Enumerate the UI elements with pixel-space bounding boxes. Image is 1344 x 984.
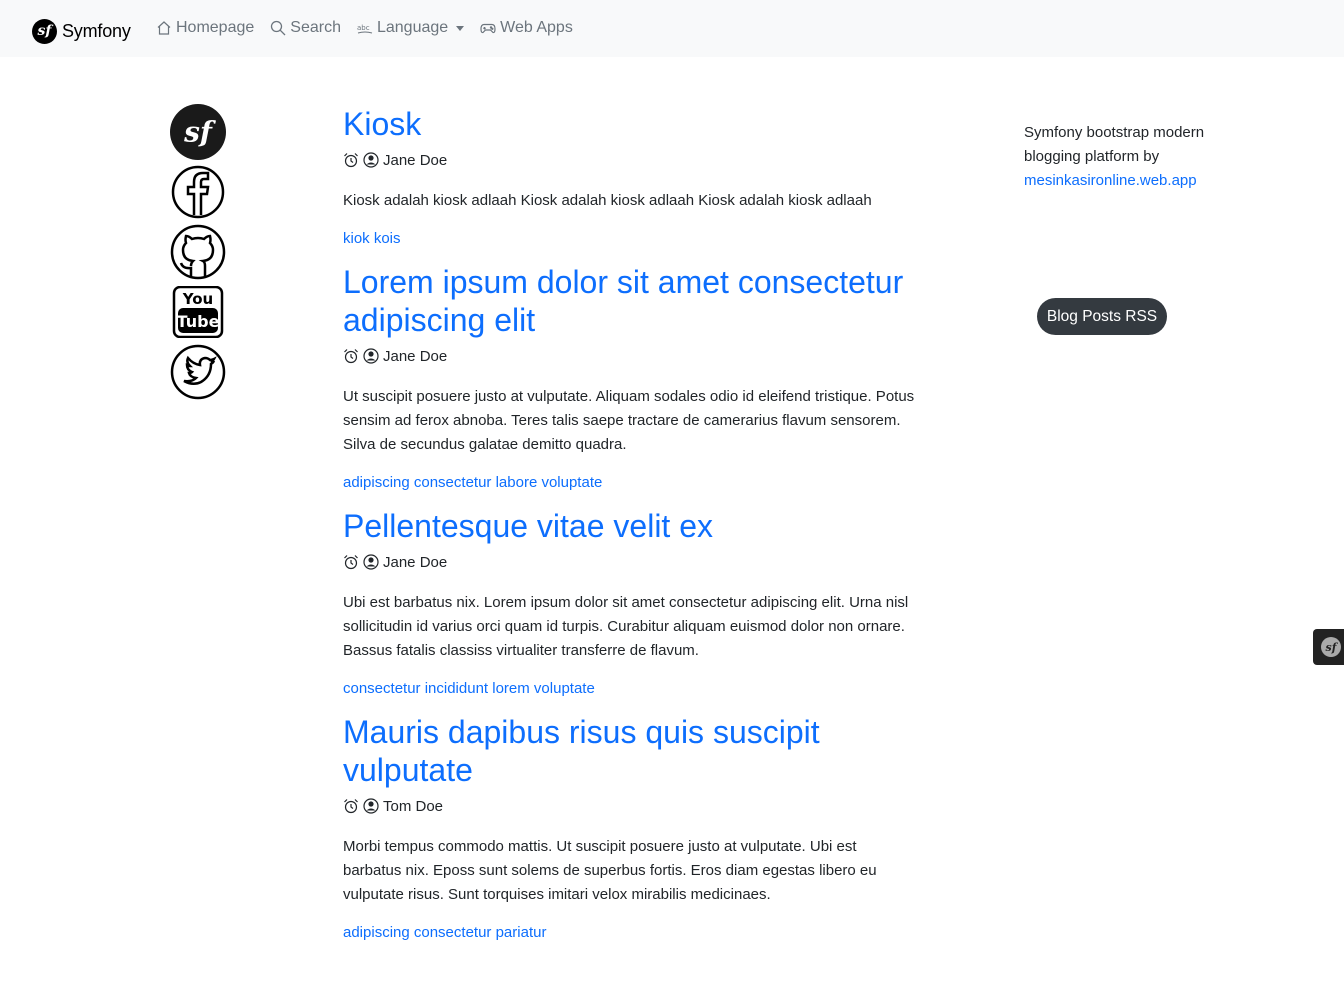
youtube-icon: You Tube <box>172 286 224 338</box>
post-summary: Morbi tempus commodo mattis. Ut suscipit… <box>343 838 877 903</box>
user-circle-icon <box>363 798 379 814</box>
alarm-clock-icon <box>343 348 359 364</box>
symfony-logo-icon: sf <box>32 18 57 44</box>
post-summary: Kiosk adalah kiosk adlaah Kiosk adalah k… <box>343 192 872 209</box>
chevron-down-icon <box>456 25 465 31</box>
language-icon: abc <box>357 20 373 36</box>
user-circle-icon <box>363 348 379 364</box>
github-link[interactable] <box>170 224 226 280</box>
search-icon <box>270 20 286 36</box>
nav-label-language: Language <box>376 19 449 36</box>
brand-name: Symfony <box>62 20 131 41</box>
post-summary: Ut suscipit posuere justo at vulputate. … <box>343 388 915 453</box>
about-link[interactable]: mesinkasironline.web.app <box>1024 172 1197 189</box>
post-title-link[interactable]: Mauris dapibus risus quis suscipit vulpu… <box>343 713 918 789</box>
post-author: Jane Doe <box>383 347 448 365</box>
post-item: Lorem ipsum dolor sit amet consectetur a… <box>343 263 918 493</box>
symfony-toolbar-icon: sf <box>1321 637 1341 657</box>
nav-menu: Homepage Search abc Language Web Apps <box>156 19 589 37</box>
post-author: Tom Doe <box>383 797 444 815</box>
social-links: sf You Tube <box>170 104 232 404</box>
svg-text:Tube: Tube <box>177 312 220 331</box>
post-title-link[interactable]: Lorem ipsum dolor sit amet consectetur a… <box>343 263 918 339</box>
post-item: Kiosk Jane Doe Kiosk adalah kiosk adlaah… <box>343 105 918 249</box>
post-metadata: Jane Doe <box>343 553 918 571</box>
alarm-clock-icon <box>343 152 359 168</box>
post-item: Pellentesque vitae velit ex Jane Doe Ubi… <box>343 507 918 699</box>
blog-posts-rss-button[interactable]: Blog Posts RSS <box>1037 298 1167 335</box>
youtube-link[interactable]: You Tube <box>170 284 226 340</box>
post-author: Jane Doe <box>383 553 448 571</box>
nav-item-search[interactable]: Search <box>270 19 341 37</box>
post-tags-link[interactable]: kiok kois <box>343 229 918 249</box>
svg-text:sf: sf <box>183 115 217 148</box>
post-metadata: Jane Doe <box>343 151 918 169</box>
twitter-icon <box>170 344 226 400</box>
nav-label-homepage: Homepage <box>176 19 255 36</box>
post-tags-link[interactable]: adipiscing consectetur labore voluptate <box>343 473 918 493</box>
user-circle-icon <box>363 152 379 168</box>
symfony-social-link[interactable]: sf <box>170 104 226 160</box>
nav-label-web-apps: Web Apps <box>500 19 573 36</box>
nav-item-language[interactable]: abc Language <box>357 19 465 37</box>
post-metadata: Jane Doe <box>343 347 918 365</box>
alarm-clock-icon <box>343 554 359 570</box>
nav-item-web-apps[interactable]: Web Apps <box>480 19 573 37</box>
user-circle-icon <box>363 554 379 570</box>
post-author: Jane Doe <box>383 151 448 169</box>
svg-text:abc: abc <box>357 24 370 32</box>
symfony-icon: sf <box>170 104 226 160</box>
svg-text:You: You <box>182 290 213 308</box>
post-tags-link[interactable]: consectetur incididunt lorem voluptate <box>343 679 918 699</box>
post-summary: Ubi est barbatus nix. Lorem ipsum dolor … <box>343 594 909 659</box>
post-list: Kiosk Jane Doe Kiosk adalah kiosk adlaah… <box>343 105 918 943</box>
facebook-icon <box>171 165 225 219</box>
nav-item-homepage[interactable]: Homepage <box>156 19 254 37</box>
top-navbar: sf Symfony Homepage Search abc Language <box>0 0 1344 57</box>
post-metadata: Tom Doe <box>343 797 918 815</box>
about-sidebar: Symfony bootstrap modern blogging platfo… <box>1024 121 1224 193</box>
post-tags-link[interactable]: adipiscing consectetur pariatur <box>343 923 918 943</box>
debug-toolbar-toggle[interactable]: sf <box>1313 629 1344 665</box>
alarm-clock-icon <box>343 798 359 814</box>
about-text: Symfony bootstrap modern blogging platfo… <box>1024 124 1205 165</box>
github-icon <box>170 224 226 280</box>
gamepad-icon <box>480 20 496 36</box>
nav-label-search: Search <box>290 19 341 36</box>
post-title-link[interactable]: Kiosk <box>343 105 918 143</box>
post-title-link[interactable]: Pellentesque vitae velit ex <box>343 507 918 545</box>
facebook-link[interactable] <box>170 164 226 220</box>
twitter-link[interactable] <box>170 344 226 400</box>
post-item: Mauris dapibus risus quis suscipit vulpu… <box>343 713 918 943</box>
brand-link[interactable]: sf Symfony <box>32 18 131 44</box>
home-icon <box>156 20 172 36</box>
